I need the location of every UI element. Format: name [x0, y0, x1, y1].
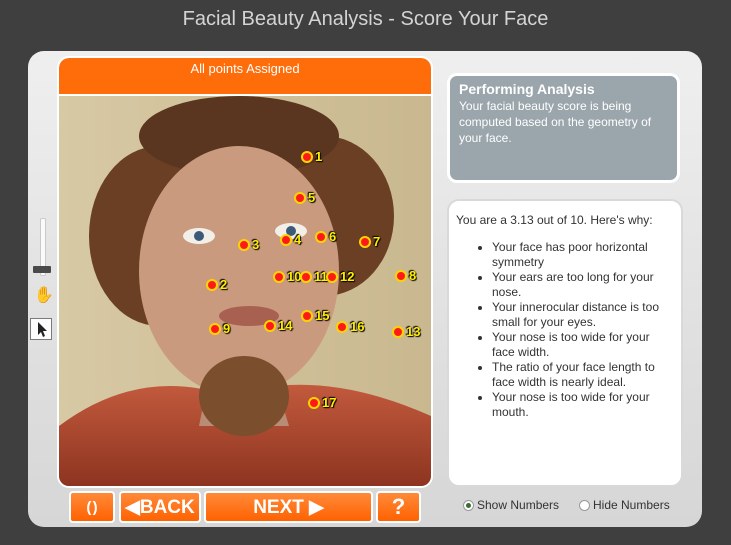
list-item: Your ears are too long for your nose.	[492, 270, 674, 300]
landmark-point[interactable]: 16	[336, 319, 364, 334]
show-numbers-radio[interactable]	[463, 499, 474, 511]
next-button[interactable]: NEXT ▶	[204, 491, 373, 523]
reset-icon: ( )	[86, 498, 98, 516]
result-summary: You are a 3.13 out of 10. Here's why:	[456, 213, 653, 227]
analysis-title: Performing Analysis	[459, 81, 595, 97]
list-item: Your nose is too wide for your face widt…	[492, 330, 674, 360]
face-photo	[59, 96, 431, 486]
landmark-point[interactable]: 4	[280, 232, 301, 247]
landmark-point[interactable]: 1	[301, 149, 322, 164]
face-photo-frame: All points Assigned	[57, 56, 433, 488]
list-item: Your nose is too wide for your mouth.	[492, 390, 674, 420]
landmark-point[interactable]: 5	[294, 190, 315, 205]
list-item: The ratio of your face length to face wi…	[492, 360, 674, 390]
landmark-point[interactable]: 13	[392, 324, 420, 339]
reset-button[interactable]: ( )	[69, 491, 115, 523]
back-button[interactable]: ◀BACK	[119, 491, 201, 523]
analysis-text: Your facial beauty score is being comput…	[459, 99, 652, 145]
app-title: Facial Beauty Analysis - Score Your Face	[182, 8, 549, 30]
landmark-point[interactable]: 6	[315, 229, 336, 244]
show-numbers-label: Show Numbers	[477, 498, 560, 512]
result-box: You are a 3.13 out of 10. Here's why: Yo…	[447, 199, 683, 487]
list-item: Your face has poor horizontal symmetry	[492, 240, 674, 270]
analysis-info-box: Performing Analysis Your facial beauty s…	[447, 73, 680, 183]
landmark-point[interactable]: 3	[238, 237, 259, 252]
landmark-point[interactable]: 8	[395, 268, 416, 283]
hide-numbers-option[interactable]: Hide Numbers	[579, 498, 670, 512]
next-label: NEXT ▶	[253, 496, 324, 518]
status-message: All points Assigned	[59, 58, 431, 96]
hand-icon[interactable]: ✋	[34, 288, 54, 304]
landmark-point[interactable]: 12	[326, 269, 354, 284]
hide-numbers-radio[interactable]	[579, 499, 590, 511]
landmark-point[interactable]: 2	[206, 277, 227, 292]
landmark-point[interactable]: 9	[209, 321, 230, 336]
landmark-point[interactable]: 15	[301, 308, 329, 323]
list-item: Your innerocular distance is too small f…	[492, 300, 674, 330]
help-button[interactable]: ?	[376, 491, 421, 523]
pointer-arrow-icon[interactable]	[30, 318, 52, 340]
landmark-point[interactable]: 7	[359, 234, 380, 249]
show-numbers-option[interactable]: Show Numbers	[463, 498, 559, 512]
help-label: ?	[391, 494, 406, 519]
landmark-point[interactable]: 14	[264, 318, 292, 333]
zoom-slider-thumb[interactable]	[33, 266, 51, 273]
landmark-point[interactable]: 11	[300, 269, 328, 284]
reason-list: Your face has poor horizontal symmetry Y…	[456, 240, 674, 420]
landmark-point[interactable]: 10	[273, 269, 301, 284]
back-label: ◀BACK	[125, 496, 195, 518]
hide-numbers-label: Hide Numbers	[593, 498, 670, 512]
landmark-point[interactable]: 17	[308, 395, 336, 410]
